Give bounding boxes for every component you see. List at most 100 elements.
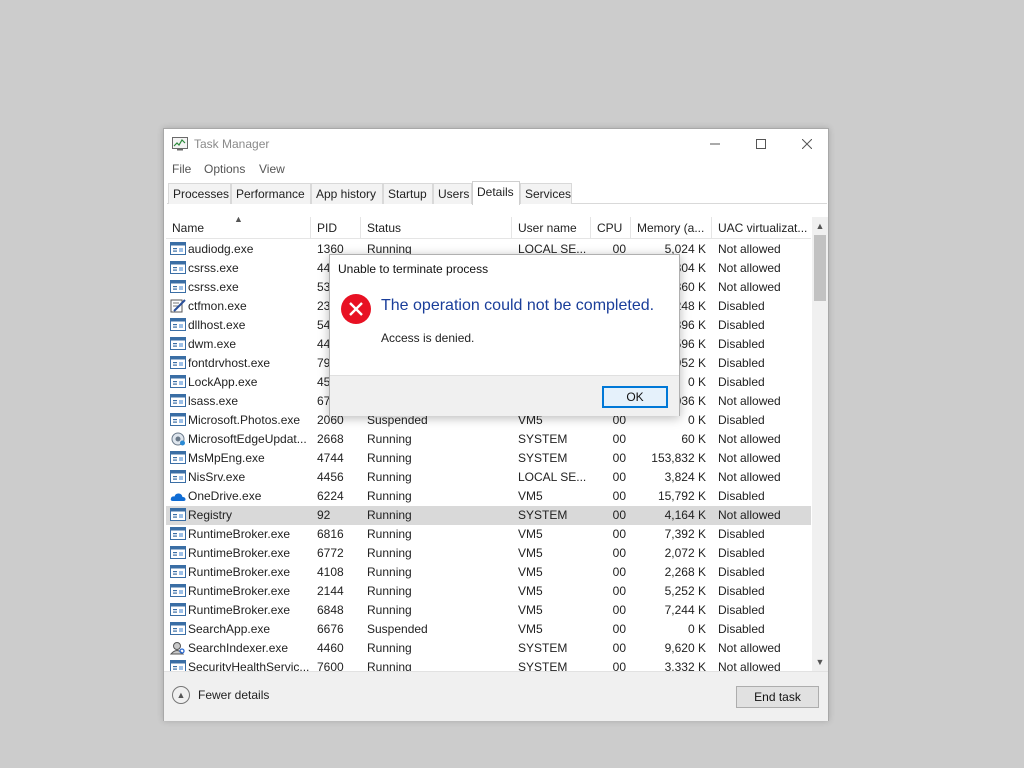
app-window-icon	[170, 470, 186, 483]
process-uac: Disabled	[718, 413, 765, 427]
column-header-status[interactable]: Status	[361, 217, 512, 239]
menu-view[interactable]: View	[259, 162, 285, 176]
process-name: csrss.exe	[188, 280, 239, 294]
column-header-pid[interactable]: PID	[311, 217, 361, 239]
process-user: VM5	[518, 489, 543, 503]
minimize-button[interactable]	[692, 129, 738, 159]
tab-users[interactable]: Users	[433, 183, 472, 204]
process-status: Running	[367, 451, 412, 465]
column-header-user-name[interactable]: User name	[512, 217, 591, 239]
app-window-icon	[170, 318, 186, 331]
tab-processes[interactable]: Processes	[168, 183, 231, 204]
table-row[interactable]: SearchApp.exe 6676 Suspended VM5 00 0 K Disabl…	[166, 620, 811, 639]
ok-button[interactable]: OK	[602, 386, 668, 408]
onedrive-cloud-icon	[170, 493, 186, 501]
tab-startup[interactable]: Startup	[383, 183, 433, 204]
table-row[interactable]: RuntimeBroker.exe 2144 Running VM5 00 5,252 K…	[166, 582, 811, 601]
table-row[interactable]: Registry 92 Running SYSTEM 00 4,164 K Not allo…	[166, 506, 811, 525]
table-row[interactable]: MicrosoftEdgeUpdat... 2668 Running SYSTEM 00…	[166, 430, 811, 449]
end-task-button[interactable]: End task	[736, 686, 819, 708]
tab-performance[interactable]: Performance	[231, 183, 311, 204]
table-row[interactable]: RuntimeBroker.exe 6848 Running VM5 00 7,244 K…	[166, 601, 811, 620]
tab-details[interactable]: Details	[472, 181, 520, 205]
table-row[interactable]: SearchIndexer.exe 4460 Running SYSTEM 00 9,62…	[166, 639, 811, 658]
process-name: csrss.exe	[188, 261, 239, 275]
scroll-down-icon[interactable]: ▼	[812, 655, 828, 669]
process-status: Running	[367, 565, 412, 579]
process-uac: Not allowed	[718, 394, 781, 408]
column-header-name[interactable]: Name ▲	[166, 217, 311, 239]
table-row[interactable]: MsMpEng.exe 4744 Running SYSTEM 00 153,832 K N…	[166, 449, 811, 468]
column-header-cpu[interactable]: CPU	[591, 217, 631, 239]
process-uac: Not allowed	[718, 451, 781, 465]
app-window-icon	[170, 527, 186, 540]
process-cpu: 00	[612, 451, 626, 465]
table-row[interactable]: SecurityHealthServic... 7600 Running SYSTEM…	[166, 658, 811, 671]
process-uac: Disabled	[718, 527, 765, 541]
process-name: LockApp.exe	[188, 375, 258, 389]
scroll-up-icon[interactable]: ▲	[812, 219, 828, 233]
menu-options[interactable]: Options	[204, 162, 245, 176]
process-cpu: 00	[612, 546, 626, 560]
process-cpu: 00	[612, 660, 626, 671]
process-user: VM5	[518, 603, 543, 617]
process-user: VM5	[518, 527, 543, 541]
table-row[interactable]: RuntimeBroker.exe 6816 Running VM5 00 7,392 K…	[166, 525, 811, 544]
table-row[interactable]: OneDrive.exe 6224 Running VM5 00 15,792 K Disa…	[166, 487, 811, 506]
fewer-details-link[interactable]: ▲ Fewer details	[172, 686, 269, 704]
process-memory: 3,824 K	[664, 470, 706, 484]
process-uac: Disabled	[718, 337, 765, 351]
app-window-icon	[170, 508, 186, 521]
title-bar[interactable]: Task Manager	[164, 129, 828, 159]
process-uac: Disabled	[718, 375, 765, 389]
table-row[interactable]: RuntimeBroker.exe 6772 Running VM5 00 2,072 K…	[166, 544, 811, 563]
column-header-uac[interactable]: UAC virtualizat...	[712, 217, 811, 239]
vertical-scrollbar[interactable]: ▲ ▼	[812, 217, 828, 671]
process-uac: Not allowed	[718, 261, 781, 275]
app-window-icon	[170, 660, 186, 671]
scroll-thumb[interactable]	[814, 235, 826, 301]
dialog-title: Unable to terminate process	[338, 262, 489, 276]
process-status: Running	[367, 641, 412, 655]
app-window-icon	[170, 584, 186, 597]
close-icon	[802, 139, 812, 149]
tab-strip: Processes Performance App history Startu…	[167, 181, 827, 205]
process-name: dwm.exe	[188, 337, 237, 351]
process-uac: Not allowed	[718, 432, 781, 446]
process-pid: 4460	[317, 641, 344, 655]
app-window-icon	[170, 622, 186, 635]
error-icon	[341, 294, 371, 324]
process-user: SYSTEM	[518, 641, 568, 655]
menu-file[interactable]: File	[172, 162, 191, 176]
process-user: VM5	[518, 622, 543, 636]
process-status: Running	[367, 584, 412, 598]
tab-app-history[interactable]: App history	[311, 183, 383, 204]
edge-update-icon	[171, 432, 185, 446]
search-indexer-icon	[170, 642, 185, 655]
tab-services[interactable]: Services	[520, 183, 572, 204]
process-status: Running	[367, 527, 412, 541]
table-row[interactable]: RuntimeBroker.exe 4108 Running VM5 00 2,268 K…	[166, 563, 811, 582]
process-memory: 4,164 K	[664, 508, 706, 522]
process-uac: Not allowed	[718, 508, 781, 522]
process-name: dllhost.exe	[188, 318, 246, 332]
column-header-memory[interactable]: Memory (a...	[631, 217, 712, 239]
process-uac: Disabled	[718, 565, 765, 579]
process-user: VM5	[518, 546, 543, 560]
process-status: Running	[367, 660, 412, 671]
table-row[interactable]: NisSrv.exe 4456 Running LOCAL SE... 00 3,824 …	[166, 468, 811, 487]
process-name: lsass.exe	[188, 394, 239, 408]
process-status: Running	[367, 489, 412, 503]
process-pid: 4108	[317, 565, 344, 579]
fewer-details-label: Fewer details	[198, 688, 270, 702]
process-name: SecurityHealthServic...	[188, 660, 310, 671]
process-name: NisSrv.exe	[188, 470, 246, 484]
error-dialog: Unable to terminate process The operatio…	[329, 254, 680, 416]
process-cpu: 00	[612, 565, 626, 579]
process-name: OneDrive.exe	[188, 489, 262, 503]
process-name: SearchIndexer.exe	[188, 641, 289, 655]
chevron-up-icon: ▲	[172, 686, 190, 704]
maximize-button[interactable]	[738, 129, 784, 159]
process-memory: 0 K	[687, 622, 706, 636]
close-button[interactable]	[784, 129, 830, 159]
